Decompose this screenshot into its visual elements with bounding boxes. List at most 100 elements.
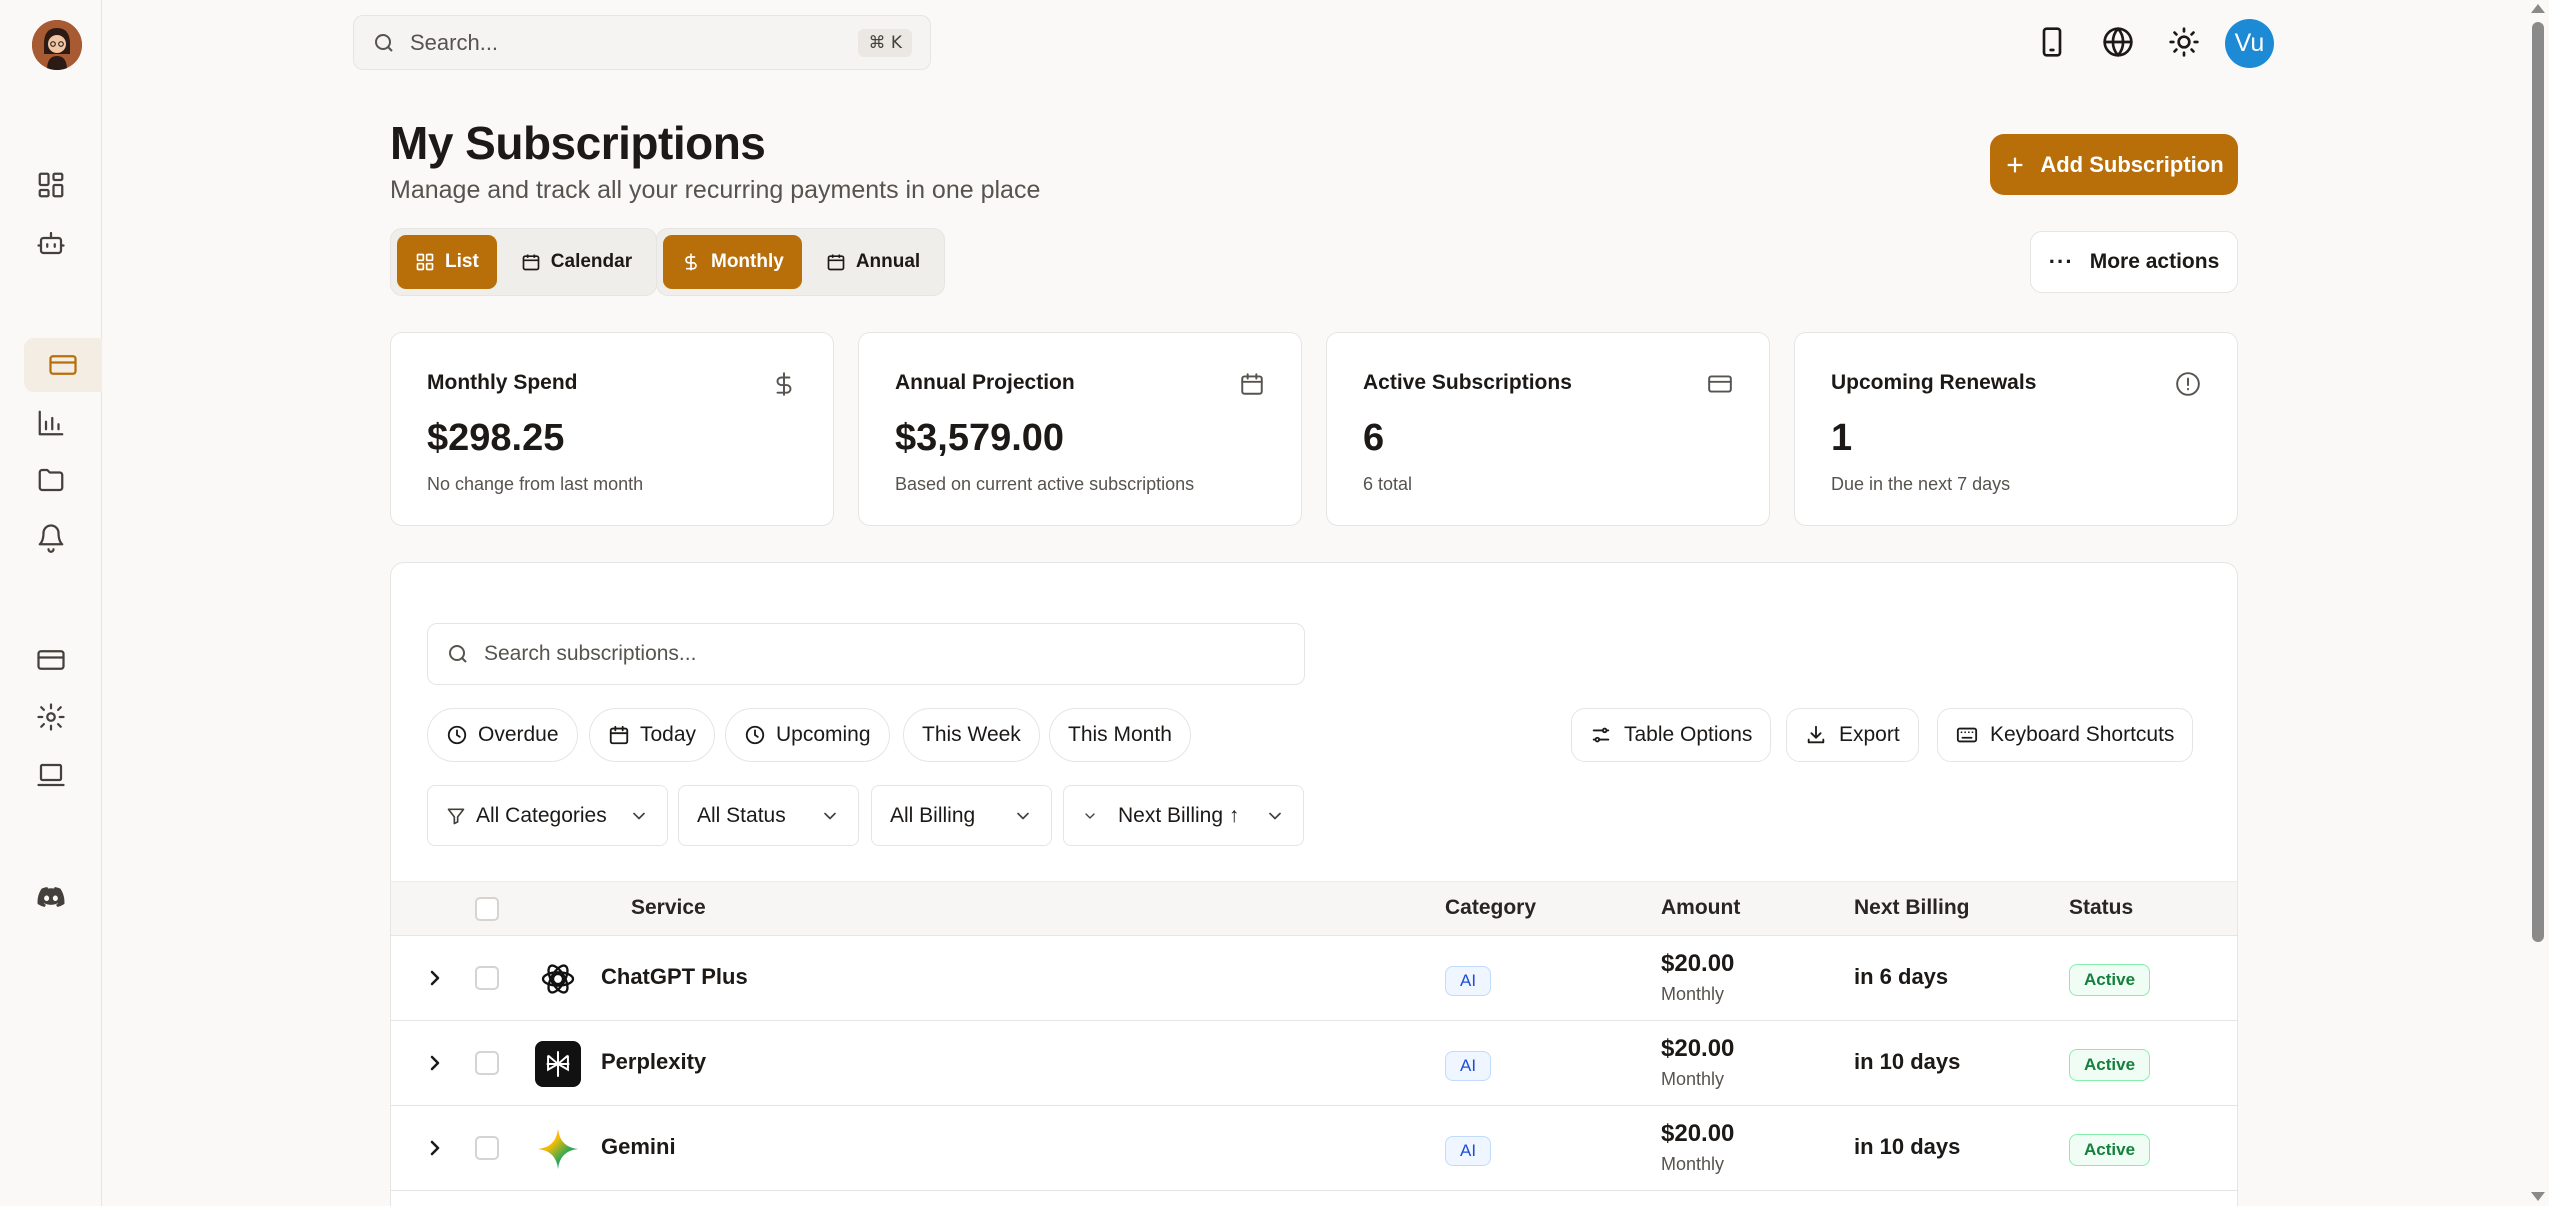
select-all-checkbox[interactable] [475, 897, 499, 921]
stat-note: No change from last month [427, 474, 644, 494]
sliders-icon [1592, 727, 1610, 743]
sidebar-subscriptions[interactable] [24, 338, 102, 392]
filter-overdue[interactable]: Overdue [427, 708, 578, 762]
billing-period: Monthly [1661, 984, 1725, 1004]
smartphone-icon [2042, 27, 2062, 57]
table-row[interactable]: Gemini AI $20.00 Monthly in 10 days Acti… [391, 1106, 2237, 1191]
scroll-up-arrow[interactable] [2531, 4, 2545, 13]
global-search[interactable]: Search... ⌘ K [353, 15, 931, 70]
view-list-button[interactable]: List [397, 235, 497, 289]
chevron-right-icon [430, 970, 440, 986]
laptop-icon [37, 763, 65, 787]
stat-note: 6 total [1363, 474, 1413, 494]
calendar-icon [827, 254, 845, 271]
language-button[interactable] [2094, 18, 2142, 66]
row-checkbox[interactable] [475, 1051, 499, 1075]
status-filter-dropdown[interactable]: All Status [678, 785, 859, 846]
bot-icon [37, 231, 65, 255]
row-checkbox[interactable] [475, 966, 499, 990]
expand-row-button[interactable] [423, 966, 447, 990]
grid-icon [416, 253, 434, 271]
sidebar-discord[interactable] [22, 870, 80, 924]
more-actions-button[interactable]: ··· More actions [2030, 231, 2238, 293]
wallet-card-icon [37, 650, 65, 670]
row-checkbox[interactable] [475, 1136, 499, 1160]
subscription-search-input[interactable] [484, 642, 1264, 666]
subscriptions-panel: Overdue Today Upcoming This Week This Mo… [390, 562, 2238, 1206]
profile-avatar[interactable] [32, 20, 82, 70]
export-button[interactable]: Export [1786, 708, 1919, 762]
view-list-label: List [445, 251, 479, 272]
layout-dashboard-icon [38, 172, 64, 198]
sidebar-devices[interactable] [22, 748, 80, 802]
mobile-view-button[interactable] [2028, 18, 2076, 66]
filter-today[interactable]: Today [589, 708, 716, 762]
status-filter-value: All Status [697, 803, 786, 827]
period-monthly-label: Monthly [711, 251, 784, 272]
sort-dropdown[interactable]: Next Billing ↑ [1063, 785, 1304, 846]
sidebar-payment-methods[interactable] [22, 633, 80, 687]
view-calendar-button[interactable]: Calendar [503, 235, 650, 289]
sidebar-analytics[interactable] [22, 396, 80, 450]
chevron-down-icon [633, 812, 645, 819]
alert-circle-icon [2175, 371, 2201, 397]
plus-icon [2007, 157, 2023, 172]
filter-label: This Month [1068, 723, 1172, 746]
filter-icon [447, 808, 465, 824]
table-row[interactable]: ChatGPT Plus AI $20.00 Monthly in 6 days… [391, 936, 2237, 1021]
stat-note: Based on current active subscriptions [895, 474, 1195, 494]
filter-label: This Week [922, 723, 1021, 746]
period-toggle: Monthly Annual [656, 228, 946, 296]
table-options-button[interactable]: Table Options [1571, 708, 1772, 762]
stat-value: $3,579.00 [895, 417, 1065, 459]
column-category[interactable]: Category [1445, 896, 1536, 920]
period-monthly-button[interactable]: Monthly [663, 235, 802, 289]
column-next-billing[interactable]: Next Billing [1854, 896, 1970, 920]
expand-row-button[interactable] [423, 1051, 447, 1075]
stat-note: Due in the next 7 days [1831, 474, 2011, 494]
dollar-icon [771, 371, 797, 397]
sidebar-dashboard[interactable] [22, 158, 80, 212]
filter-upcoming[interactable]: Upcoming [725, 708, 890, 762]
calendar-icon [1239, 371, 1265, 397]
user-avatar[interactable]: Vu [2225, 19, 2274, 68]
table-row[interactable]: Perplexity AI $20.00 Monthly in 10 days … [391, 1021, 2237, 1106]
chevron-down-icon [1269, 812, 1281, 819]
chevron-down-icon [824, 812, 836, 819]
scroll-down-arrow[interactable] [2531, 1192, 2545, 1201]
folder-icon [38, 468, 64, 492]
page-scrollbar[interactable] [2532, 22, 2544, 942]
view-calendar-label: Calendar [550, 251, 633, 272]
category-badge: AI [1445, 966, 1492, 996]
column-status[interactable]: Status [2069, 896, 2133, 920]
billing-period: Monthly [1661, 1069, 1725, 1089]
billing-filter-dropdown[interactable]: All Billing [871, 785, 1052, 846]
sidebar-settings[interactable] [22, 690, 80, 744]
stat-card-active-subscriptions: Active Subscriptions 6 6 total [1326, 332, 1770, 526]
filter-this-week[interactable]: This Week [903, 708, 1040, 762]
expand-row-button[interactable] [423, 1136, 447, 1160]
filter-this-month[interactable]: This Month [1049, 708, 1191, 762]
avatar-illustration [32, 20, 82, 70]
theme-toggle-button[interactable] [2160, 18, 2208, 66]
period-annual-button[interactable]: Annual [808, 235, 938, 289]
service-name: Perplexity [601, 1049, 707, 1074]
column-service[interactable]: Service [631, 896, 706, 920]
sidebar-notifications[interactable] [22, 511, 80, 565]
category-filter-dropdown[interactable]: All Categories [427, 785, 668, 846]
gear-icon [37, 703, 65, 731]
category-filter-value: All Categories [476, 803, 607, 827]
keyboard-shortcuts-button[interactable]: Keyboard Shortcuts [1937, 708, 2194, 762]
sidebar [0, 0, 102, 1206]
sidebar-folders[interactable] [22, 453, 80, 507]
service-name: ChatGPT Plus [601, 964, 748, 989]
search-icon [449, 645, 467, 663]
subscription-search[interactable] [427, 623, 1305, 685]
add-subscription-button[interactable]: Add Subscription [1990, 134, 2238, 195]
stat-label: Upcoming Renewals [1831, 371, 2037, 394]
sidebar-ai-assistant[interactable] [22, 216, 80, 270]
amount-value: $20.00 [1661, 1035, 1735, 1062]
status-badge: Active [2069, 1134, 2151, 1166]
column-amount[interactable]: Amount [1661, 896, 1740, 920]
page-title: My Subscriptions [390, 117, 766, 169]
